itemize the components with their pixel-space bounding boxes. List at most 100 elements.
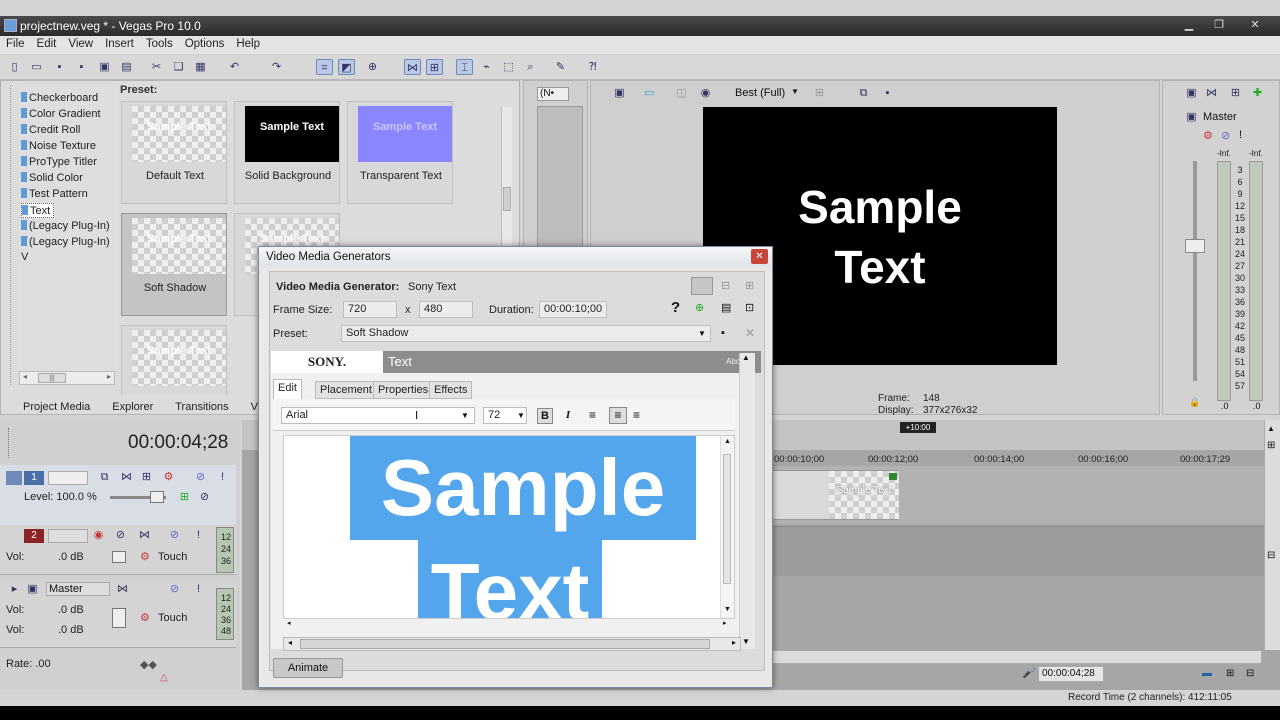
tab-transitions[interactable]: Transitions xyxy=(175,401,228,413)
tab-edit[interactable]: Edit xyxy=(273,379,302,400)
preview-device-icon[interactable]: ▭ xyxy=(641,85,658,101)
help-icon[interactable]: ? xyxy=(671,299,680,316)
frame-height-input[interactable]: 480 xyxy=(419,301,473,318)
trimmer-select[interactable]: (N• xyxy=(537,87,569,101)
master-vol-slider[interactable] xyxy=(112,608,126,628)
zoom-tool-icon[interactable]: ⌕ xyxy=(522,59,539,75)
master-mute-icon[interactable]: ⊘ xyxy=(166,581,183,597)
paste-icon[interactable]: ▦ xyxy=(192,59,209,75)
generator-item[interactable]: Credit Roll xyxy=(21,123,80,138)
dialog-close-icon[interactable]: ✕ xyxy=(751,249,768,264)
preview-fx-icon[interactable]: ◉ xyxy=(697,85,714,101)
list-hscrollbar[interactable]: ◂ ||| ▸ xyxy=(19,371,115,385)
master-track-name[interactable]: Master xyxy=(46,582,110,596)
font-select[interactable]: Arial xyxy=(281,407,475,424)
save-icon[interactable]: ▪ xyxy=(51,59,68,75)
chevron-down-icon[interactable]: ▼ xyxy=(791,87,799,96)
save-preset-button-icon[interactable]: ▪ xyxy=(721,327,725,339)
menu-edit[interactable]: Edit xyxy=(31,36,63,50)
envelope-tool-icon[interactable]: ⌁ xyxy=(478,59,495,75)
preset-tile[interactable]: Sample Text Transparent Text xyxy=(347,101,453,204)
mixer-add-icon[interactable]: ✚ xyxy=(1249,85,1266,101)
layout-toggle-icon[interactable] xyxy=(691,277,713,295)
generator-item[interactable]: (Legacy Plug-In) V xyxy=(21,235,117,263)
marker-icon[interactable]: 🎤 xyxy=(1022,666,1036,679)
size-chevron-icon[interactable]: ▼ xyxy=(517,411,525,420)
save-as-icon[interactable]: ▪ xyxy=(73,59,90,75)
level-slider-handle[interactable] xyxy=(150,491,164,503)
copy-snapshot-icon[interactable]: ⧉ xyxy=(855,85,872,101)
audio-automation-mode[interactable]: Touch xyxy=(158,551,187,563)
properties-icon[interactable]: ▤ xyxy=(118,59,135,75)
audio-info-icon[interactable]: ! xyxy=(190,527,207,543)
composite-child-icon[interactable]: ⊞ xyxy=(176,489,193,505)
preset-select[interactable]: Soft Shadow xyxy=(341,325,711,342)
composite-parent-icon[interactable]: ⊘ xyxy=(196,489,213,505)
text-line2[interactable]: Text xyxy=(418,540,602,618)
lock-envelopes-icon[interactable]: ◩ xyxy=(338,59,355,75)
master-fx-chain-icon[interactable]: ⋈ xyxy=(114,581,131,597)
font-chevron-icon[interactable]: ▼ xyxy=(461,411,469,420)
preset-tile-selected[interactable]: Sample Text Soft Shadow xyxy=(121,213,227,316)
scroll-right-icon[interactable]: ▸ xyxy=(732,638,736,647)
event-fx-icon[interactable] xyxy=(889,473,897,480)
preset-tile[interactable]: Sample Text Default Text xyxy=(121,101,227,204)
tab-effects[interactable]: Effects xyxy=(429,381,473,399)
scroll-thumb[interactable] xyxy=(503,187,511,211)
arm-record-icon[interactable]: ◉ xyxy=(90,527,107,543)
normal-edit-tool-icon[interactable]: ⌶ xyxy=(456,59,473,75)
copy-icon[interactable]: ❏ xyxy=(170,59,187,75)
collapse-icon[interactable]: ⊟ xyxy=(1246,668,1254,679)
plugin-hscrollbar[interactable]: ◂ ▸ xyxy=(283,637,741,651)
overlays-icon[interactable]: ⊞ xyxy=(811,85,828,101)
text-editor[interactable]: Sample Text ▲ ▼ xyxy=(283,435,735,619)
lock-icon[interactable]: 🔒 xyxy=(1189,397,1200,408)
auto-crossfade-icon[interactable]: ⋈ xyxy=(404,59,421,75)
preset-tile[interactable]: Sample Text xyxy=(121,325,227,395)
scroll-right-icon[interactable]: ▸ xyxy=(723,619,727,627)
save-snapshot-icon[interactable]: ▪ xyxy=(879,85,896,101)
track-info-icon[interactable]: ! xyxy=(214,469,231,485)
scroll-left-icon[interactable]: ◂ xyxy=(288,638,292,647)
align-left-icon[interactable]: ≡ xyxy=(589,408,596,422)
mixer-info-icon[interactable]: ! xyxy=(1239,129,1242,141)
video-track-name-field[interactable] xyxy=(48,471,88,485)
mixer-insert-icon[interactable]: ▣ xyxy=(1183,85,1200,101)
track-solo-icon[interactable]: ⚙ xyxy=(160,469,177,485)
track-fx-icon[interactable]: ⊞ xyxy=(138,469,155,485)
generator-item[interactable]: Checkerboard xyxy=(21,91,98,106)
scroll-down-icon[interactable]: ▼ xyxy=(724,606,731,613)
video-event[interactable]: Sample Text xyxy=(772,470,899,520)
menu-view[interactable]: View xyxy=(62,36,99,50)
new-file-icon[interactable]: ▯ xyxy=(6,59,23,75)
automation-icon[interactable]: ⚙ xyxy=(140,550,150,563)
tab-explorer[interactable]: Explorer xyxy=(112,401,153,413)
selection-length-icon[interactable]: ▬ xyxy=(1202,668,1212,679)
align-right-icon[interactable]: ≡ xyxy=(633,408,640,422)
maximize-icon[interactable]: ❐ xyxy=(1210,18,1228,32)
render-icon[interactable]: ▣ xyxy=(96,59,113,75)
animate-button[interactable]: Animate xyxy=(273,658,343,678)
whats-this-icon[interactable]: ⁈ xyxy=(584,59,601,75)
scroll-left-icon[interactable]: ◂ xyxy=(287,619,291,627)
track-mute-icon[interactable]: ⊘ xyxy=(192,469,209,485)
brush-icon[interactable]: ✎ xyxy=(552,59,569,75)
align-center-icon[interactable]: ≡ xyxy=(609,407,627,424)
audio-fx-icon[interactable]: ⋈ xyxy=(136,527,153,543)
generator-item[interactable]: Test Pattern xyxy=(21,187,88,202)
track-motion-icon[interactable]: ⧉ xyxy=(96,469,113,485)
master-fader-handle[interactable] xyxy=(1185,239,1205,253)
scroll-thumb[interactable] xyxy=(723,454,731,584)
audio-track-name-field[interactable] xyxy=(48,529,88,543)
plugin-vscrollbar[interactable]: ▲ ▼ xyxy=(739,353,755,649)
audio-vol-slider[interactable] xyxy=(112,551,126,563)
generator-item[interactable]: ProType Titler xyxy=(21,155,97,170)
mixer-solo-icon[interactable]: ⚙ xyxy=(1203,129,1213,142)
tab-project-media[interactable]: Project Media xyxy=(23,401,90,413)
mixer-fx-icon[interactable]: ⊞ xyxy=(1227,85,1244,101)
grid-icon[interactable]: ⊞ xyxy=(745,279,754,292)
text-line1[interactable]: Sample xyxy=(350,436,696,540)
bold-button[interactable]: B xyxy=(537,408,553,424)
scroll-down-icon[interactable]: ▼ xyxy=(742,637,750,646)
audio-mute-icon[interactable]: ⊘ xyxy=(166,527,183,543)
